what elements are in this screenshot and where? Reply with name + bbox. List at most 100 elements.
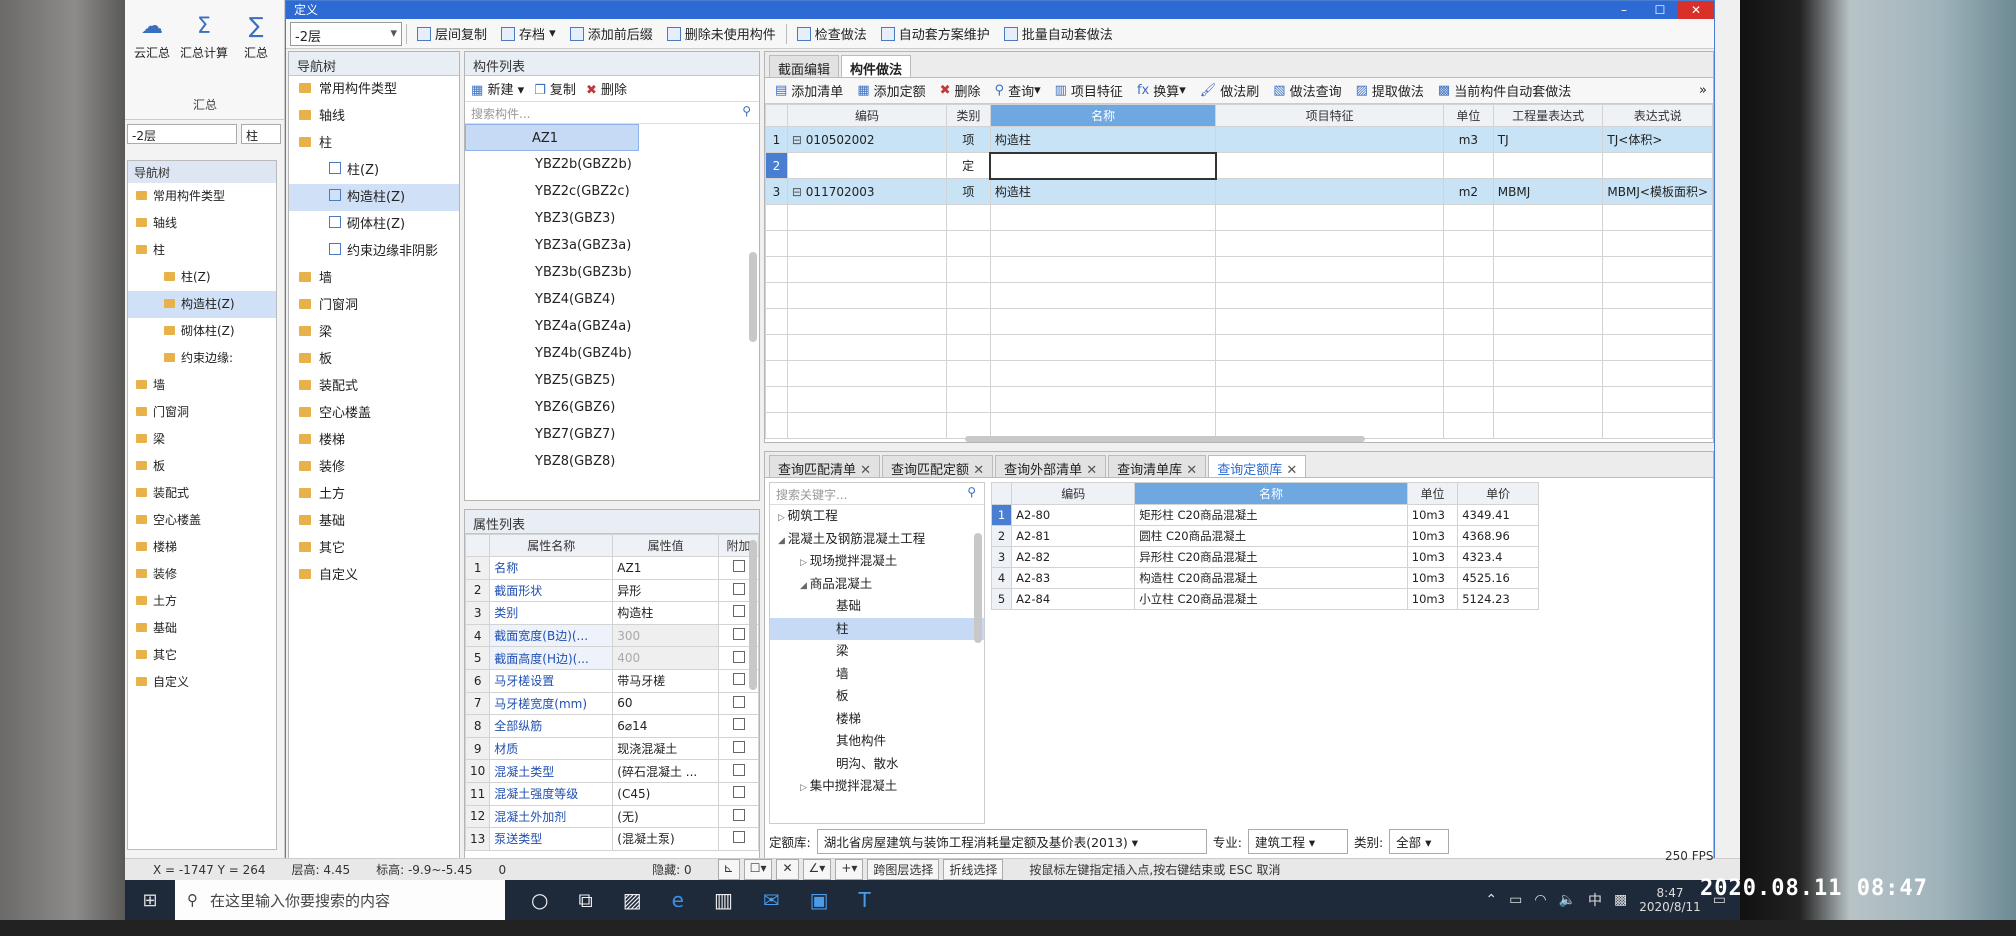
query-button[interactable]: ⚲ 查询 ▾	[989, 79, 1047, 103]
ortho-button[interactable]: ⊾	[717, 859, 740, 880]
method-cell-unit[interactable]	[1443, 152, 1494, 179]
property-checkbox[interactable]	[732, 763, 745, 776]
quota-search-input[interactable]: 搜索关键字...	[770, 483, 984, 505]
close-icon[interactable]: ✕	[969, 463, 984, 478]
cloud-summary-button[interactable]: ☁ 云汇总	[127, 14, 177, 61]
property-value[interactable]: 60	[612, 691, 719, 716]
quota-tree-item[interactable]: 板	[770, 685, 984, 708]
angle-button[interactable]: ∠▾	[802, 859, 832, 880]
component-list-scrollbar[interactable]	[749, 252, 757, 342]
nav-item[interactable]: 梁	[289, 319, 459, 346]
property-row[interactable]: 2 截面形状 异形	[465, 578, 759, 603]
method-cell-name[interactable]	[989, 151, 1217, 180]
copy-between-floors-button[interactable]: 层间复制	[411, 22, 493, 46]
component-list-item[interactable]: YBZ6(GBZ6)	[465, 394, 759, 421]
nav-item[interactable]: 常用构件类型	[289, 76, 459, 103]
expand-arrow-icon[interactable]: ▷	[800, 558, 810, 568]
property-row[interactable]: 8 全部纵筋 6⌀14	[465, 714, 759, 738]
cortana-icon[interactable]: ○	[531, 888, 548, 912]
nav-item[interactable]: 柱	[289, 130, 459, 157]
back-tree-item[interactable]: 空心楼盖	[128, 507, 276, 534]
back-tree-item[interactable]: 梁	[128, 426, 276, 453]
delete-unused-button[interactable]: 删除未使用构件	[661, 22, 782, 46]
method-cell-expr[interactable]	[1492, 152, 1604, 179]
method-cell-expr[interactable]: TJ	[1492, 126, 1604, 153]
method-cell-code[interactable]: ⊟ 011702003	[786, 178, 947, 205]
category-select[interactable]: 全部 ▾	[1389, 828, 1450, 854]
quota-result-row[interactable]: 4 A2-83 构造柱 C20商品混凝土 10m3 4525.16	[990, 567, 1539, 589]
nav-item[interactable]: 板	[289, 346, 459, 373]
back-tree-item[interactable]: 基础	[128, 615, 276, 642]
summary-calc-button[interactable]: Σ 汇总计算	[179, 14, 229, 61]
expand-arrow-icon[interactable]: ◢	[778, 536, 788, 546]
back-tree-item[interactable]: 约束边缘:	[128, 345, 276, 372]
property-checkbox[interactable]	[732, 808, 745, 821]
quota-tree-item[interactable]: 墙	[770, 663, 984, 686]
nav-item[interactable]: 土方	[289, 481, 459, 508]
nav-item[interactable]: 楼梯	[289, 427, 459, 454]
auto-method-button[interactable]: ▩ 当前构件自动套做法	[1432, 79, 1577, 103]
property-row[interactable]: 3 类别 构造柱	[465, 601, 759, 625]
method-cell-type[interactable]: 项	[945, 178, 991, 205]
component-list-item[interactable]: YBZ2b(GBZ2b)	[465, 151, 759, 178]
close-icon[interactable]: ✕	[1182, 463, 1197, 478]
item-feature-button[interactable]: ▥ 项目特征	[1049, 79, 1129, 103]
summary-button[interactable]: ∑ 汇总	[231, 14, 281, 61]
property-value[interactable]: (混凝土泵)	[612, 827, 719, 851]
component-list-item[interactable]: YBZ5(GBZ5)	[465, 367, 759, 394]
back-tree-item[interactable]: 土方	[128, 588, 276, 615]
add-list-button[interactable]: ▤ 添加清单	[769, 79, 849, 103]
back-floor-select[interactable]: -2层	[127, 124, 237, 144]
quota-result-row[interactable]: 3 A2-82 异形柱 C20商品混凝土 10m3 4323.4	[990, 546, 1539, 568]
property-checkbox[interactable]	[732, 718, 745, 731]
method-cell-feature[interactable]	[1215, 178, 1444, 205]
tab-section-edit[interactable]: 截面编辑	[769, 55, 840, 78]
property-value[interactable]: 异形	[612, 578, 719, 603]
component-list-item[interactable]: YBZ4a(GBZ4a)	[465, 313, 759, 340]
component-list-item[interactable]: YBZ4b(GBZ4b)	[465, 340, 759, 367]
text-app-icon[interactable]: T	[859, 888, 871, 912]
cross-layer-select-button[interactable]: 跨图层选择	[867, 859, 940, 880]
quota-tree-item[interactable]: 明沟、散水	[770, 753, 984, 776]
chevron-up-icon[interactable]: ⌃	[1485, 892, 1497, 908]
method-cell-unit[interactable]: m2	[1443, 178, 1494, 205]
nav-item[interactable]: 砌体柱(Z)	[289, 211, 459, 238]
back-tree-item[interactable]: 构造柱(Z)	[128, 291, 276, 318]
cross-button[interactable]: ✕	[776, 859, 799, 880]
property-value[interactable]: (无)	[612, 804, 719, 829]
nav-item[interactable]: 其它	[289, 535, 459, 562]
back-tree-item[interactable]: 装配式	[128, 480, 276, 507]
quota-lib-select[interactable]: 湖北省房屋建筑与装饰工程消耗量定额及基价表(2013) ▾	[816, 828, 1207, 854]
delete-component-button[interactable]: ✖ 删除	[586, 79, 627, 98]
quota-result-row[interactable]: 5 A2-84 小立柱 C20商品混凝土 10m3 5124.23	[990, 588, 1539, 610]
batch-auto-method-button[interactable]: 批量自动套做法	[998, 22, 1119, 46]
component-list-item[interactable]: YBZ4(GBZ4)	[465, 286, 759, 313]
nav-item[interactable]: 自定义	[289, 562, 459, 589]
major-select[interactable]: 建筑工程 ▾	[1247, 828, 1348, 854]
expand-arrow-icon[interactable]: ▷	[800, 783, 810, 793]
method-cell-name[interactable]: 构造柱	[989, 178, 1217, 205]
back-tree-item[interactable]: 自定义	[128, 669, 276, 696]
method-row[interactable]: 1 ⊟ 010502002 项构造柱 m3 TJ TJ<体积>	[765, 126, 1713, 153]
quota-tree-item[interactable]: 基础	[770, 595, 984, 618]
property-checkbox[interactable]	[732, 786, 745, 799]
back-tree-item[interactable]: 柱(Z)	[128, 264, 276, 291]
clock[interactable]: 8:47 2020/8/11	[1639, 886, 1701, 914]
back-tree-item[interactable]: 墙	[128, 372, 276, 399]
property-checkbox[interactable]	[732, 741, 745, 754]
mail-icon[interactable]: ✉	[763, 888, 780, 912]
property-value[interactable]: (碎石混凝土 ...	[612, 759, 719, 783]
property-row[interactable]: 11 混凝土强度等级 (C45)	[465, 781, 759, 806]
method-cell-desc[interactable]: MBMJ<模板面积>	[1602, 178, 1713, 205]
query-tab[interactable]: 查询匹配定额 ✕	[882, 455, 994, 478]
property-checkbox[interactable]	[732, 831, 745, 844]
ime-indicator[interactable]: 中	[1588, 890, 1602, 910]
property-row[interactable]: 10 混凝土类型 (碎石混凝土 ...	[465, 759, 759, 783]
method-cell-code[interactable]: ⊟ 010502002	[786, 126, 947, 153]
component-search-input[interactable]: 搜索构件...	[465, 102, 759, 124]
quota-tree-item[interactable]: 楼梯	[770, 708, 984, 731]
check-method-button[interactable]: 检查做法	[791, 22, 873, 46]
tab-component-method[interactable]: 构件做法	[841, 55, 912, 78]
property-value[interactable]: 300	[612, 623, 719, 648]
edge-icon[interactable]: e	[672, 888, 684, 912]
